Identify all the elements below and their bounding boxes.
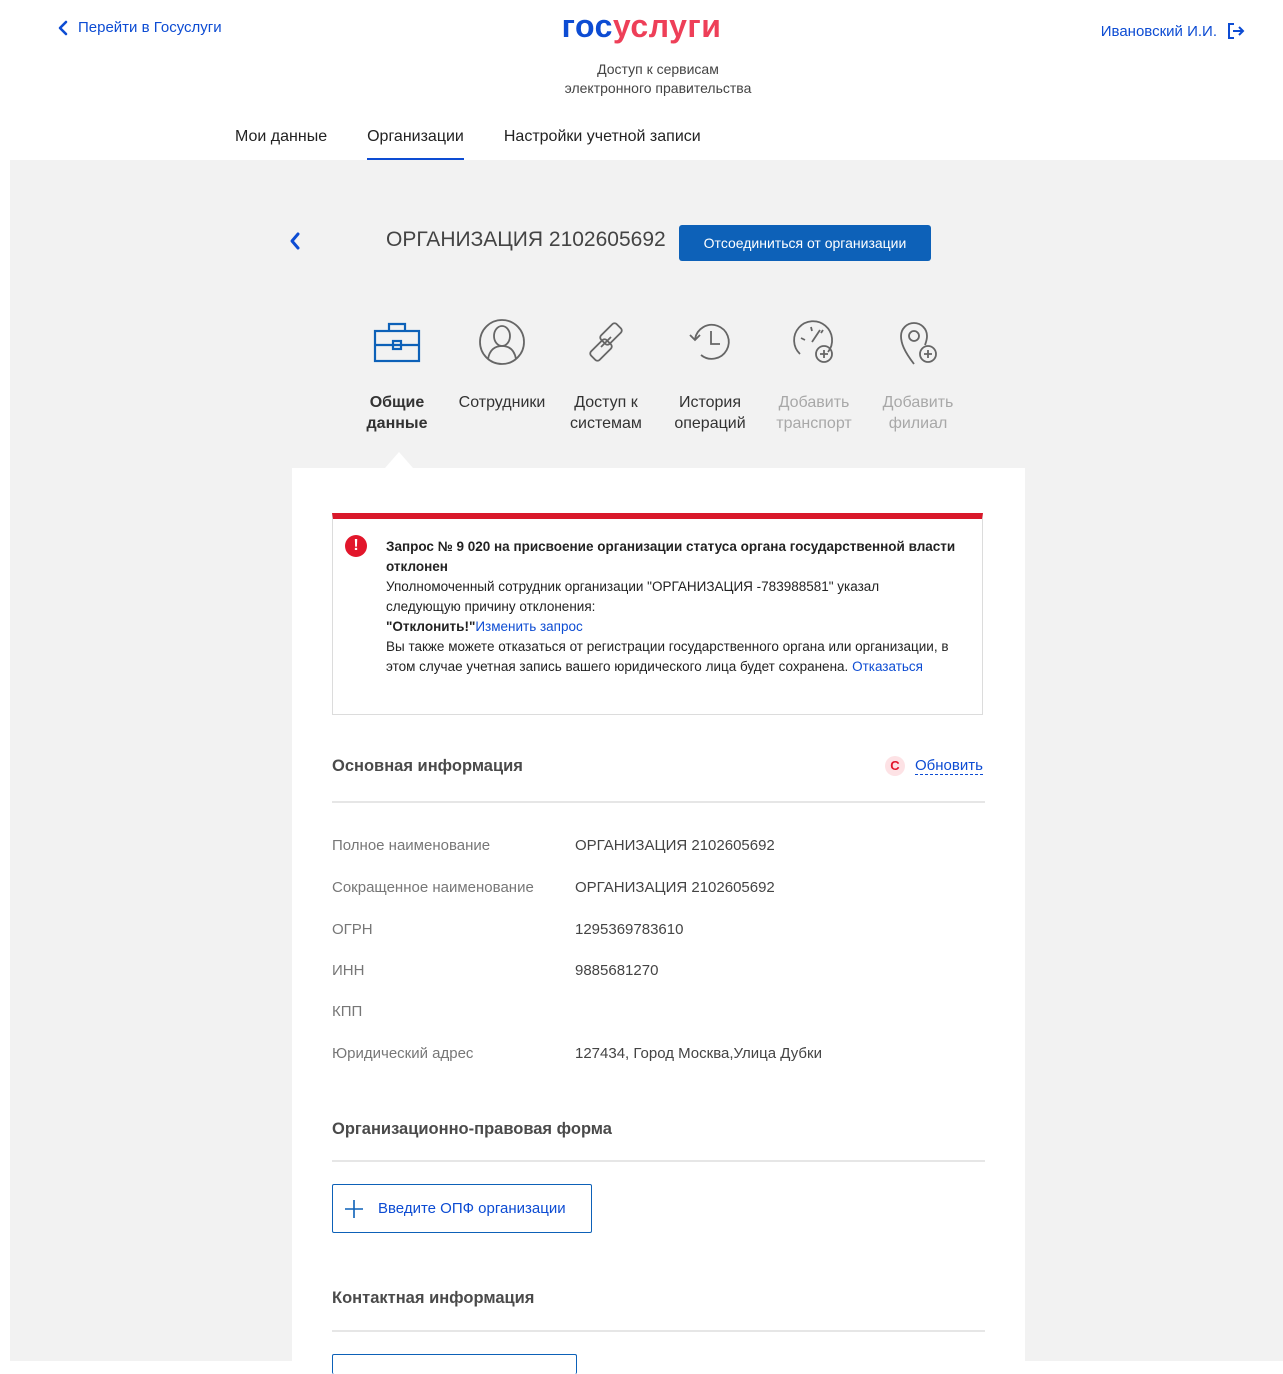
alert-reason: "Отклонить!" xyxy=(386,619,476,634)
alert-title: Запрос № 9 020 на присвоение организации… xyxy=(386,539,956,574)
logout-icon[interactable] xyxy=(1227,22,1245,40)
add-contact-button[interactable] xyxy=(332,1354,577,1374)
person-icon xyxy=(479,319,525,365)
history-icon xyxy=(689,323,730,360)
field-value: 127434, Город Москва,Улица Дубки xyxy=(575,1045,822,1062)
refuse-link[interactable]: Отказаться xyxy=(852,659,923,674)
nav-operations-history[interactable]: История операций xyxy=(658,312,762,434)
field-value: 1295369783610 xyxy=(575,921,684,938)
contacts-heading: Контактная информация xyxy=(332,1289,535,1307)
tab-account-settings[interactable]: Настройки учетной записи xyxy=(504,128,701,161)
nav-add-branch[interactable]: Добавить филиал xyxy=(866,312,970,434)
error-icon: ! xyxy=(345,535,367,557)
main-tabs: Мои данные Организации Настройки учетной… xyxy=(235,128,741,161)
field-label: ОГРН xyxy=(332,921,373,938)
org-back-button[interactable] xyxy=(288,230,302,257)
field-value: 9885681270 xyxy=(575,962,659,979)
nav-general-data[interactable]: Общие данные xyxy=(345,312,449,434)
plus-icon xyxy=(345,1199,363,1218)
field-value: ОРГАНИЗАЦИЯ 2102605692 xyxy=(575,837,775,854)
location-add-icon xyxy=(900,322,937,365)
field-label: Полное наименование xyxy=(332,837,491,854)
user-name[interactable]: Ивановский И.И. xyxy=(1101,23,1217,40)
tab-organizations[interactable]: Организации xyxy=(367,128,464,161)
speedometer-add-icon xyxy=(793,320,833,363)
opf-heading: Организационно-правовая форма xyxy=(332,1120,612,1138)
nav-employees[interactable]: Сотрудники xyxy=(450,312,554,413)
chevron-left-icon xyxy=(290,232,300,250)
divider xyxy=(332,1330,985,1332)
field-value: ОРГАНИЗАЦИЯ 2102605692 xyxy=(575,879,775,896)
divider xyxy=(332,1160,985,1162)
active-tab-pointer xyxy=(385,452,413,468)
nav-add-transport[interactable]: Добавить транспорт xyxy=(762,312,866,434)
refresh-button[interactable]: C Обновить xyxy=(885,756,983,776)
enter-opf-label: Введите ОПФ организации xyxy=(378,1200,566,1217)
refresh-label[interactable]: Обновить xyxy=(915,757,983,775)
organization-title: ОРГАНИЗАЦИЯ 2102605692 xyxy=(386,228,666,251)
link-icon xyxy=(589,322,623,362)
briefcase-icon xyxy=(373,322,421,363)
user-menu[interactable]: Ивановский И.И. xyxy=(1101,22,1245,40)
tab-my-data[interactable]: Мои данные xyxy=(235,128,327,161)
divider xyxy=(332,801,985,803)
gosuslugi-logo: госуслуги xyxy=(561,8,722,44)
refresh-icon: C xyxy=(885,756,905,776)
change-request-link[interactable]: Изменить запрос xyxy=(475,619,582,634)
field-label: Юридический адрес xyxy=(332,1045,474,1062)
header-subtitle: Доступ к сервисам электронного правитель… xyxy=(564,61,752,96)
alert-body: Уполномоченный сотрудник организации "ОР… xyxy=(386,579,880,614)
alert-content: Запрос № 9 020 на присвоение организации… xyxy=(386,537,956,677)
nav-system-access[interactable]: Доступ к системам xyxy=(554,312,658,434)
detach-organization-button[interactable]: Отсоединиться от организации xyxy=(679,225,931,261)
field-label: ИНН xyxy=(332,962,365,979)
enter-opf-button[interactable]: Введите ОПФ организации xyxy=(332,1184,592,1233)
field-label: КПП xyxy=(332,1003,363,1020)
main-info-heading: Основная информация xyxy=(332,757,523,775)
field-label: Сокращенное наименование xyxy=(332,879,534,896)
